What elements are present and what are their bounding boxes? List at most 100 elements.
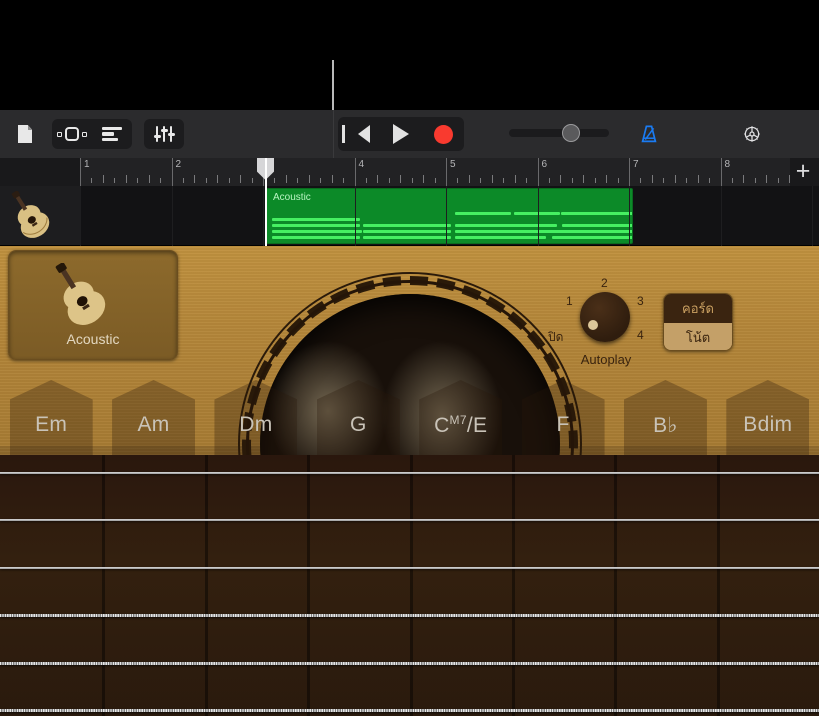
add-track-button[interactable]: + [791, 160, 815, 184]
document-button[interactable] [10, 119, 40, 149]
bar-line [355, 158, 356, 186]
bar-line [629, 158, 630, 186]
region-label: Acoustic [273, 192, 311, 203]
volume-slider-knob[interactable] [562, 124, 580, 142]
midi-note [515, 224, 557, 227]
guitar-string-6[interactable] [0, 709, 819, 712]
midi-note [272, 224, 360, 227]
beat-tick [663, 178, 664, 183]
toolbar: ? [0, 110, 819, 158]
autoplay-caption: Autoplay [556, 352, 656, 367]
beat-tick [297, 178, 298, 183]
beat-tick [686, 178, 687, 183]
settings-button[interactable] [739, 119, 765, 149]
play-button[interactable] [380, 117, 422, 151]
lane-grid-line [538, 186, 539, 246]
beat-tick [423, 175, 424, 183]
beat-tick [606, 175, 607, 183]
lane-grid-line [721, 186, 722, 246]
guitar-string-5[interactable] [0, 662, 819, 665]
view-toggle-group [52, 119, 132, 149]
guitar-string-4[interactable] [0, 614, 819, 617]
track-header[interactable] [0, 186, 80, 246]
guitar-string-2[interactable] [0, 519, 819, 521]
autoplay-off-label[interactable]: ปิด [548, 328, 563, 347]
gear-icon [742, 124, 762, 144]
beat-tick [103, 175, 104, 183]
midi-note [561, 212, 633, 215]
bar-line [446, 158, 447, 186]
chord-label: Am [112, 413, 195, 437]
toolbar-divider [333, 110, 334, 158]
beat-tick [343, 178, 344, 183]
acoustic-guitar-icon [9, 191, 71, 241]
autoplay-pos-3[interactable]: 3 [637, 294, 644, 308]
autoplay-pos-4[interactable]: 4 [637, 328, 644, 342]
autoplay-knob-indicator [588, 320, 598, 330]
master-volume-slider[interactable] [509, 129, 609, 137]
chord-label: CM7/E [419, 413, 502, 438]
autoplay-pos-1[interactable]: 1 [566, 294, 573, 308]
instrument-picker-label: Acoustic [67, 331, 120, 347]
lane-grid-line [812, 186, 813, 246]
tracks-button[interactable] [92, 119, 132, 149]
beat-tick [595, 178, 596, 183]
instrument-picker[interactable]: Acoustic [8, 250, 178, 360]
metronome-button[interactable] [636, 119, 662, 149]
top-void [0, 0, 819, 110]
beat-tick [515, 175, 516, 183]
bar-number: 1 [84, 159, 90, 170]
track-area: Acoustic [0, 186, 819, 246]
beat-tick [332, 175, 333, 183]
beat-tick [526, 178, 527, 183]
midi-region[interactable]: Acoustic [266, 188, 633, 244]
mixer-button[interactable] [144, 119, 184, 149]
beat-tick [309, 175, 310, 183]
playhead-stem [332, 60, 334, 110]
ruler-header-spacer [0, 158, 80, 186]
chord-label: F [522, 413, 605, 437]
lane-grid-line [629, 186, 630, 246]
guitar-string-3[interactable] [0, 567, 819, 569]
rewind-button[interactable] [338, 117, 380, 151]
midi-note [562, 224, 633, 227]
bar-line [80, 158, 81, 186]
record-button[interactable] [422, 117, 464, 151]
midi-note [272, 230, 362, 233]
notes-segment[interactable]: โน้ต [664, 323, 732, 351]
beat-tick [560, 175, 561, 183]
transport-group [338, 117, 464, 151]
midi-note [455, 212, 511, 215]
ruler-scale[interactable]: 12345678 [80, 158, 790, 186]
beat-tick [114, 178, 115, 183]
track-lane[interactable]: Acoustic [80, 186, 819, 246]
guitar-strings-area[interactable] [0, 455, 819, 716]
beat-tick [91, 178, 92, 183]
midi-note [272, 218, 360, 221]
autoplay-control[interactable]: ปิด 1 2 3 4 Autoplay [556, 272, 656, 372]
loop-button[interactable] [52, 119, 92, 149]
fret-divider [717, 455, 720, 716]
beat-tick [137, 178, 138, 183]
guitar-string-1[interactable] [0, 472, 819, 474]
autoplay-pos-2[interactable]: 2 [601, 276, 608, 290]
mixer-group [144, 119, 184, 149]
bar-line [721, 158, 722, 186]
beat-tick [583, 175, 584, 183]
chords-notes-toggle[interactable]: คอร์ด โน้ต [663, 293, 733, 351]
beat-tick [766, 175, 767, 183]
midi-note [575, 236, 633, 239]
bar-number: 5 [450, 159, 456, 170]
beat-tick [149, 175, 150, 183]
autoplay-knob[interactable] [580, 292, 630, 342]
beat-tick [789, 175, 790, 183]
beat-tick [698, 175, 699, 183]
beat-tick [618, 178, 619, 183]
beat-tick [457, 178, 458, 183]
fret-divider [512, 455, 515, 716]
chords-segment[interactable]: คอร์ด [664, 294, 732, 323]
lane-grid-line [446, 186, 447, 246]
loop-icon [57, 127, 87, 141]
timeline-ruler[interactable]: 12345678 + [0, 158, 819, 186]
fret-divider [614, 455, 617, 716]
